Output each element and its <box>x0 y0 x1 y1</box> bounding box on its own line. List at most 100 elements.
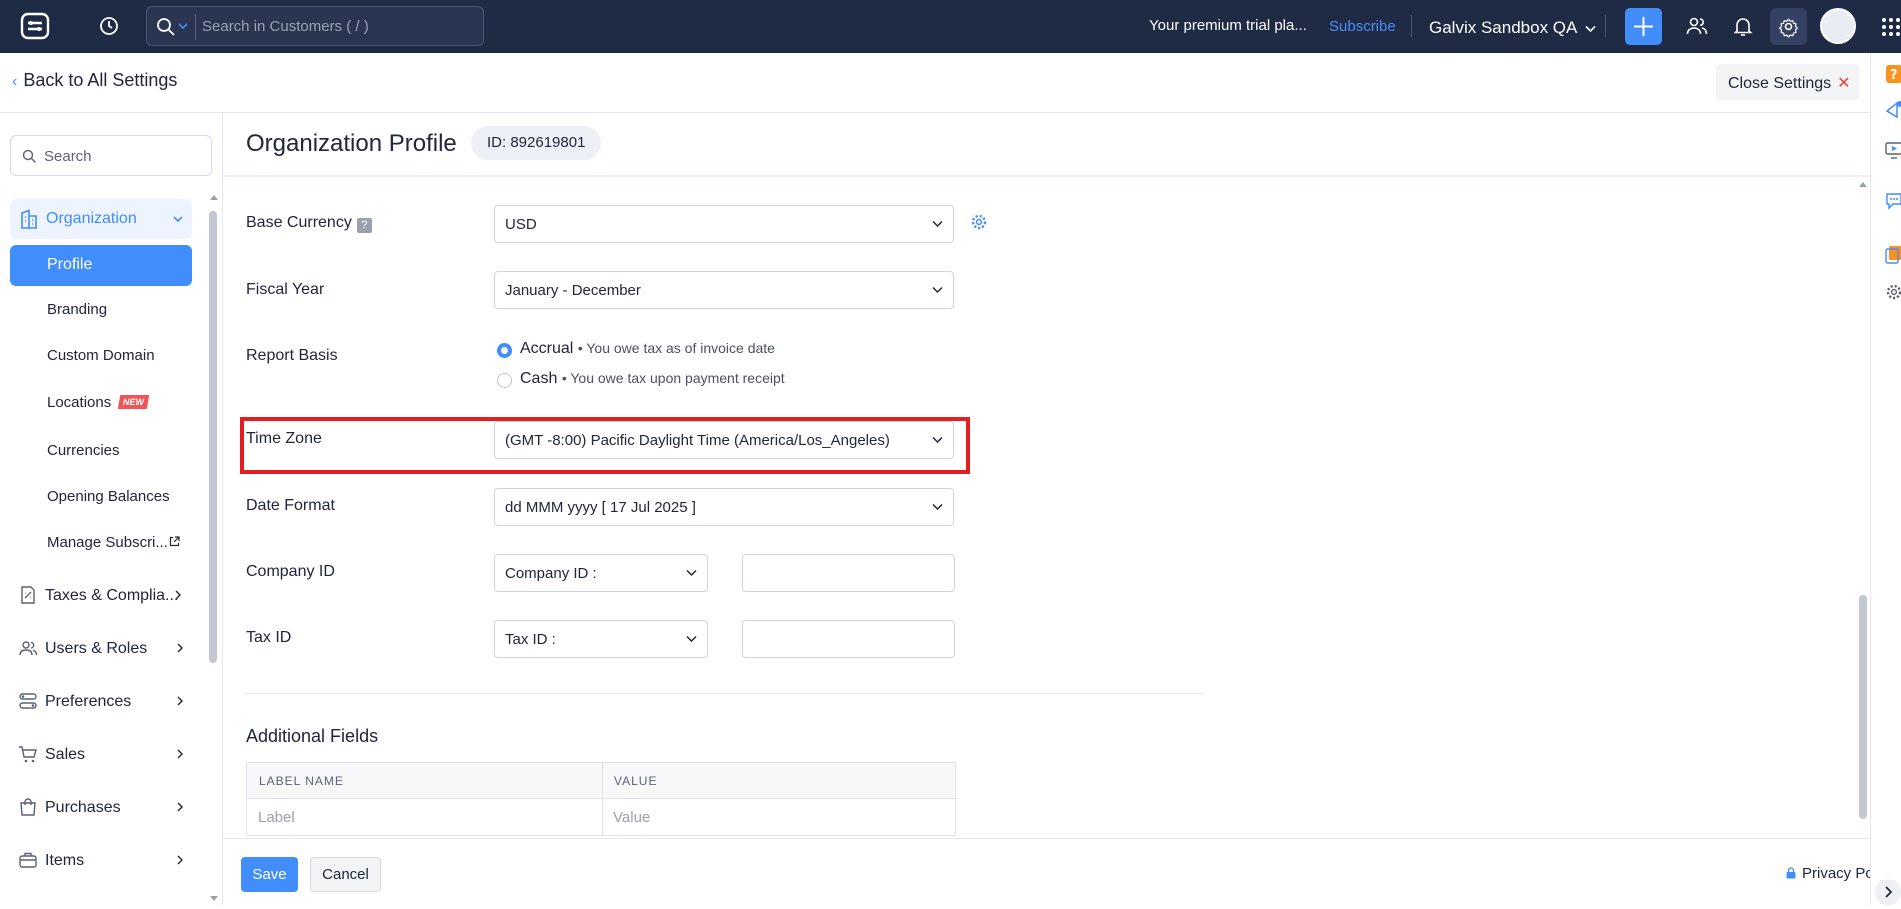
chevron-left-icon: ‹ <box>12 73 18 90</box>
sidebar-group-label: Preferences <box>45 693 132 710</box>
accrual-option[interactable]: Accrual • You owe tax as of invoice date <box>520 340 775 358</box>
sidebar-group-organization[interactable]: Organization <box>10 199 192 239</box>
sidebar-group-label: Organization <box>46 210 137 227</box>
sidebar-item-branding[interactable]: Branding <box>47 301 107 318</box>
main-scrollbar[interactable] <box>1857 178 1869 838</box>
apps-grid-icon[interactable] <box>1881 17 1901 37</box>
sidebar-item-currencies[interactable]: Currencies <box>47 442 120 459</box>
users-icon <box>19 641 38 656</box>
chevron-right-icon <box>177 643 183 653</box>
users-icon[interactable] <box>1685 14 1709 38</box>
global-search-box[interactable] <box>146 6 484 46</box>
close-settings-label: Close Settings <box>1728 75 1832 92</box>
avatar[interactable] <box>1820 8 1856 44</box>
back-to-settings-link[interactable]: ‹ Back to All Settings <box>12 70 177 91</box>
close-settings-button[interactable]: Close Settings ✕ <box>1716 64 1859 100</box>
time-zone-label: Time Zone <box>246 430 322 447</box>
sidebar-scrollbar[interactable] <box>209 193 219 905</box>
subscribe-link[interactable]: Subscribe <box>1329 18 1396 35</box>
global-search-input[interactable] <box>202 13 472 39</box>
chat-icon[interactable] <box>1885 191 1901 211</box>
additional-fields-table: LABEL NAME VALUE Label Value <box>246 762 956 837</box>
top-navigation-bar: Your premium trial pla... Subscribe Galv… <box>0 0 1901 53</box>
form-footer <box>223 838 1870 905</box>
fiscal-year-select[interactable]: January - December <box>494 271 954 309</box>
company-id-type-select[interactable]: Company ID : <box>494 554 708 592</box>
scrollbar-thumb[interactable] <box>209 211 217 663</box>
cancel-button[interactable]: Cancel <box>310 857 381 892</box>
tax-id-input[interactable] <box>742 620 955 658</box>
date-format-select[interactable]: dd MMM yyyy [ 17 Jul 2025 ] <box>494 488 954 526</box>
sidebar-item-custom-domain[interactable]: Custom Domain <box>47 347 155 364</box>
preferences-icon <box>19 693 37 709</box>
help-icon[interactable]: ? <box>356 218 372 233</box>
new-badge: NEW <box>117 395 150 409</box>
sidebar-item-profile[interactable]: Profile <box>10 245 192 286</box>
tax-document-icon <box>21 586 35 604</box>
close-icon: ✕ <box>1837 75 1851 92</box>
sidebar-item-label: Locations <box>47 394 112 411</box>
app-logo-icon[interactable] <box>20 12 50 40</box>
bell-icon[interactable] <box>1731 14 1755 38</box>
organization-switcher[interactable]: Galvix Sandbox QA <box>1429 18 1596 38</box>
scroll-down-icon[interactable] <box>209 895 219 903</box>
settings-button[interactable] <box>1770 8 1807 45</box>
chevron-down-icon <box>932 503 943 511</box>
cash-radio[interactable] <box>497 373 512 388</box>
sidebar-item-locations[interactable]: Locations NEW <box>47 394 150 411</box>
cash-option[interactable]: Cash • You owe tax upon payment receipt <box>520 370 785 388</box>
privacy-policy-link[interactable]: Privacy Policy <box>1786 865 1870 882</box>
scroll-up-icon[interactable] <box>209 193 219 201</box>
additional-field-label-input[interactable]: Label <box>258 809 295 826</box>
tax-id-type-select[interactable]: Tax ID : <box>494 620 708 658</box>
search-icon <box>22 149 36 163</box>
radio-label: Cash <box>520 370 558 387</box>
select-value: (GMT -8:00) Pacific Daylight Time (Ameri… <box>505 432 890 449</box>
external-link-icon <box>169 536 180 547</box>
header-divider <box>0 112 1870 113</box>
company-id-input[interactable] <box>742 554 955 592</box>
chevron-right-icon <box>175 590 181 600</box>
time-zone-select[interactable]: (GMT -8:00) Pacific Daylight Time (Ameri… <box>494 421 954 459</box>
announcement-icon[interactable] <box>1885 99 1901 119</box>
shopping-bag-icon <box>20 798 36 816</box>
sidebar-item-label: Opening Balances <box>47 488 170 505</box>
gear-icon <box>1778 18 1799 38</box>
topbar-divider <box>1411 15 1412 37</box>
chevron-down-icon <box>932 286 943 294</box>
select-value: Tax ID : <box>505 631 556 648</box>
organization-name: Galvix Sandbox QA <box>1429 18 1577 37</box>
sidebar-item-label: Manage Subscri... <box>47 534 168 551</box>
sidebar-search-input[interactable] <box>44 144 204 168</box>
sidebar-item-opening-balances[interactable]: Opening Balances <box>47 488 170 505</box>
fiscal-year-label: Fiscal Year <box>246 281 325 298</box>
documents-icon[interactable] <box>1885 244 1901 264</box>
scrollbar-thumb[interactable] <box>1859 595 1867 819</box>
search-icon[interactable] <box>156 17 176 37</box>
currency-settings-gear-icon[interactable] <box>970 213 988 231</box>
help-icon[interactable]: ? <box>1885 64 1901 84</box>
company-id-label: Company ID <box>246 563 335 580</box>
accrual-radio[interactable] <box>497 343 512 358</box>
scroll-up-icon[interactable] <box>1858 180 1868 188</box>
back-label: Back to All Settings <box>23 70 178 90</box>
sidebar-search-box[interactable] <box>10 135 212 176</box>
video-tutorial-icon[interactable] <box>1885 140 1901 160</box>
quick-create-button[interactable] <box>1625 8 1662 45</box>
radio-description: • You owe tax upon payment receipt <box>561 370 785 386</box>
additional-field-value-input[interactable]: Value <box>613 809 650 826</box>
history-icon[interactable] <box>98 15 120 37</box>
base-currency-select[interactable]: USD <box>494 205 954 243</box>
cart-icon <box>19 746 37 763</box>
lock-icon <box>1786 867 1796 879</box>
chevron-down-icon[interactable] <box>178 21 188 31</box>
sidebar-item-manage-subscription[interactable]: Manage Subscri... <box>47 534 180 551</box>
chevron-down-icon <box>932 220 943 228</box>
gear-icon[interactable] <box>1885 282 1901 302</box>
sidebar-item-label: Custom Domain <box>47 347 155 364</box>
organization-id-badge: ID: 892619801 <box>471 126 602 160</box>
plus-icon <box>1634 17 1653 36</box>
chevron-down-icon <box>932 436 943 444</box>
collapse-panel-button[interactable] <box>1875 879 1901 905</box>
save-button[interactable]: Save <box>241 857 298 892</box>
